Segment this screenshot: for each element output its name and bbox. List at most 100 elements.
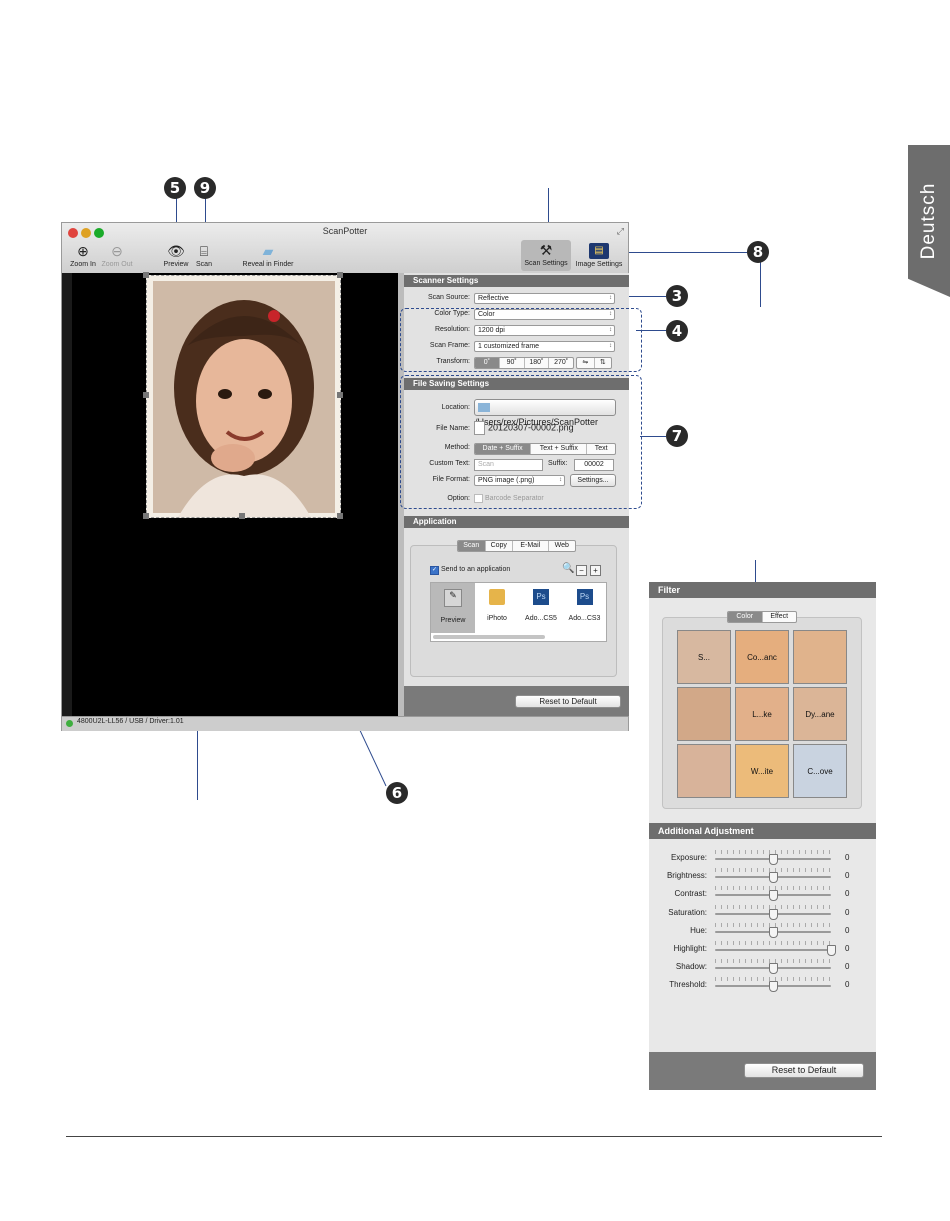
filter-thumb[interactable]: L...ke [735, 687, 789, 741]
frame-handle[interactable] [337, 272, 343, 278]
slider-label: Brightness: [666, 871, 707, 881]
frame-handle[interactable] [337, 513, 343, 519]
search-icon[interactable]: 🔍 [562, 563, 574, 574]
tab-color[interactable]: Color [728, 612, 763, 622]
adjustment-row: Exposure: 0 [649, 850, 876, 866]
scan-settings-button[interactable]: ⚒ Scan Settings [521, 240, 571, 271]
adjustment-row: Hue: 0 [649, 922, 876, 939]
frame-handle[interactable] [143, 392, 149, 398]
application-header: Application [404, 516, 629, 528]
send-to-checkbox[interactable]: ✓ [430, 566, 439, 575]
app-item-photoshop-cs5[interactable]: Ps Ado...CS5 [519, 583, 563, 633]
zoom-out-label: Zoom Out [101, 261, 133, 268]
slider-knob[interactable] [769, 872, 778, 884]
app-list-scrollbar[interactable] [433, 635, 545, 639]
scan-button[interactable]: ⌸ Scan [192, 243, 216, 268]
scanned-photo [153, 281, 335, 517]
slider-value: 0 [845, 907, 850, 917]
slider-label: Shadow: [675, 962, 707, 972]
slider-track[interactable] [715, 949, 831, 951]
zoom-in-label: Zoom In [70, 261, 96, 268]
slider-value: 0 [845, 944, 850, 953]
zoom-in-icon: ⊕ [77, 243, 89, 259]
connection-status-icon [66, 720, 73, 727]
frame-handle[interactable] [143, 272, 149, 278]
adjustment-row: Saturation: 0 [649, 904, 876, 921]
slider-label: Saturation: [668, 907, 707, 917]
callout-5: 5 [164, 177, 186, 199]
slider-value: 0 [845, 871, 850, 881]
slider-value: 0 [845, 925, 850, 935]
slider-ticks [715, 941, 831, 945]
zoom-in-button[interactable]: ⊕ Zoom In [66, 243, 100, 268]
image-settings-panel: Filter Color Effect S... Co...anc L...ke… [649, 582, 876, 1090]
slider-label: Exposure: [670, 853, 707, 862]
app-label: Preview [440, 617, 466, 624]
tab-copy[interactable]: Copy [486, 541, 514, 551]
slider-label: Highlight: [673, 944, 707, 953]
slider-label: Threshold: [669, 980, 707, 990]
preview-ruler [62, 273, 72, 716]
image-settings-button[interactable]: ▤ Image Settings [573, 243, 625, 268]
slider-knob[interactable] [769, 908, 778, 920]
slider-value: 0 [845, 980, 850, 990]
tab-web[interactable]: Web [549, 541, 576, 551]
adjustment-sliders: Exposure: 0 Brightness: 0 Contrast: 0 Saturati… [649, 850, 876, 1000]
callout-3: 3 [666, 285, 688, 307]
app-item-preview[interactable]: ✎ Preview [431, 583, 475, 633]
callout-8: 8 [747, 241, 769, 263]
filter-thumb[interactable]: W...ite [735, 744, 789, 798]
slider-knob[interactable] [769, 854, 778, 865]
tab-email[interactable]: E-Mail [513, 541, 549, 551]
slider-knob[interactable] [769, 963, 778, 975]
filter-thumb[interactable]: Dy...ane [793, 687, 847, 741]
scan-source-select[interactable]: Reflective [474, 293, 615, 304]
filter-thumb[interactable] [793, 630, 847, 684]
filter-thumb[interactable]: C...ove [793, 744, 847, 798]
fullscreen-icon[interactable]: ⤢ [617, 226, 624, 237]
image-settings-icon: ▤ [589, 243, 609, 259]
page-footer-rule [66, 1136, 882, 1137]
tab-scan[interactable]: Scan [458, 541, 486, 551]
slider-knob[interactable] [769, 926, 778, 938]
filter-thumb[interactable] [677, 687, 731, 741]
filter-thumb[interactable]: S... [677, 630, 731, 684]
filter-reset-button[interactable]: Reset to Default [744, 1063, 864, 1078]
callout-4: 4 [666, 320, 688, 342]
adjustment-row: Brightness: 0 [649, 868, 876, 884]
callout-7: 7 [666, 425, 688, 447]
frame-handle[interactable] [143, 513, 149, 519]
app-item-iphoto[interactable]: iPhoto [475, 583, 519, 633]
remove-app-button[interactable]: − [576, 565, 587, 576]
filter-thumb[interactable]: Co...anc [735, 630, 789, 684]
scanner-icon: ⌸ [199, 243, 209, 259]
additional-adjustment-header: Additional Adjustment [649, 823, 876, 839]
scan-frame[interactable] [146, 275, 341, 518]
filter-thumb[interactable] [677, 744, 731, 798]
app-item-photoshop-cs3[interactable]: Ps Ado...CS3 [563, 583, 606, 633]
app-list: ✎ Preview iPhoto Ps Ado...CS5 Ps Ado...C… [430, 582, 607, 642]
frame-handle[interactable] [337, 392, 343, 398]
frame-handle[interactable] [239, 513, 245, 519]
reveal-in-finder-button[interactable]: ▰ Reveal in Finder [238, 243, 298, 268]
reset-to-default-button[interactable]: Reset to Default [515, 695, 621, 708]
slider-knob[interactable] [827, 945, 836, 956]
slider-value: 0 [845, 889, 850, 899]
photoshop-icon: Ps [533, 589, 549, 605]
tab-effect[interactable]: Effect [763, 612, 797, 622]
preview-app-icon: ✎ [444, 589, 462, 607]
slider-label: Contrast: [674, 889, 707, 899]
app-label: Ado...CS5 [525, 615, 557, 622]
preview-label: Preview [163, 261, 189, 268]
slider-knob[interactable] [769, 981, 778, 993]
slider-knob[interactable] [769, 890, 778, 902]
application-tabs: Scan Copy E-Mail Web [457, 540, 576, 552]
filter-header: Filter [649, 582, 876, 598]
toolbar: ScanPotter ⤢ ⊕ Zoom In ⊖ Zoom Out 👁 Prev… [62, 223, 628, 274]
adjustment-row: Contrast: 0 [649, 886, 876, 902]
preview-button[interactable]: 👁 Preview [160, 243, 192, 268]
add-app-button[interactable]: + [590, 565, 601, 576]
zoom-out-button[interactable]: ⊖ Zoom Out [98, 243, 136, 268]
slider-value: 0 [845, 853, 850, 862]
status-text: 4800U2L-LL56 / USB / Driver:1.01 [77, 718, 184, 725]
